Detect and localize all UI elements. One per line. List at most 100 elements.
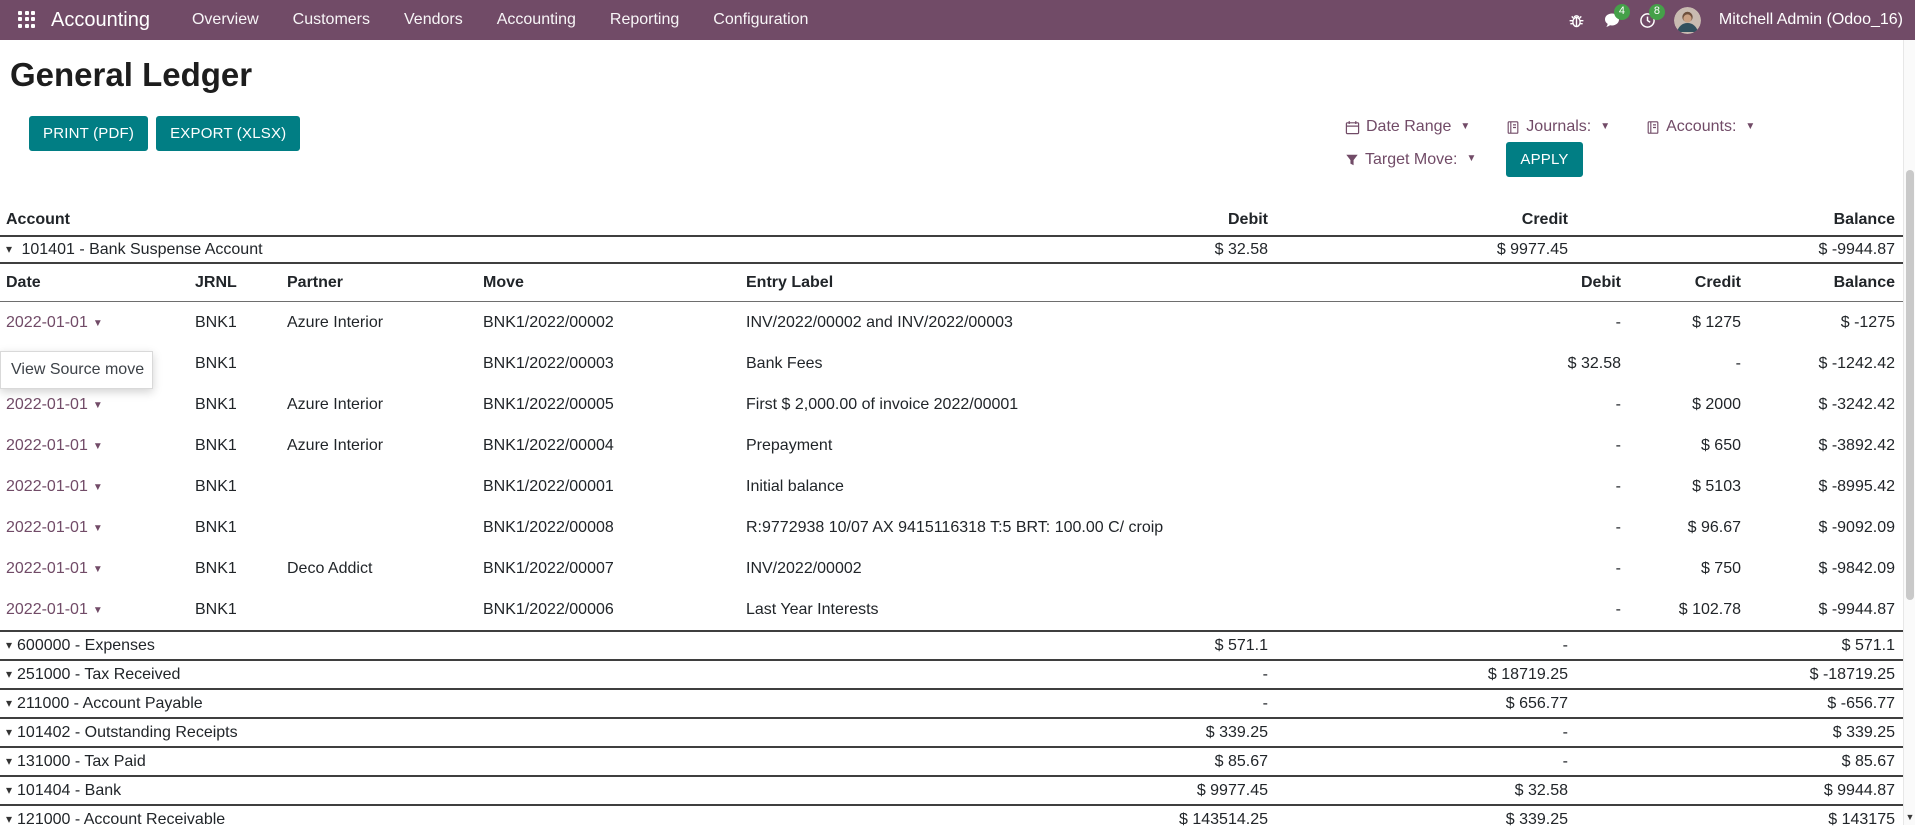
- entry-debit: -: [1536, 478, 1621, 496]
- entry-journal: BNK1: [195, 355, 287, 373]
- entry-debit: -: [1536, 314, 1621, 332]
- account-name-cell: ▾101402 - Outstanding Receipts: [0, 724, 970, 742]
- account-row[interactable]: ▾211000 - Account Payable-$ 656.77$ -656…: [0, 688, 1903, 717]
- apps-grid-icon[interactable]: [18, 11, 37, 30]
- entry-date-dropdown[interactable]: 2022-01-01▼: [6, 601, 103, 618]
- account-name-cell: ▾251000 - Tax Received: [0, 666, 970, 684]
- entry-credit: $ 2000: [1621, 396, 1741, 414]
- account-debit: $ 571.1: [970, 637, 1270, 655]
- account-row[interactable]: ▾251000 - Tax Received-$ 18719.25$ -1871…: [0, 659, 1903, 688]
- account-row[interactable]: ▾101404 - Bank$ 9977.45$ 32.58$ 9944.87: [0, 775, 1903, 804]
- entry-date-cell: 2022-01-01▼: [0, 437, 195, 455]
- menu-item-customers[interactable]: Customers: [293, 11, 370, 29]
- entry-credit: $ 96.67: [1621, 519, 1741, 537]
- scroll-down-arrow-icon[interactable]: ▼: [1904, 810, 1915, 824]
- entry-date-dropdown[interactable]: 2022-01-01▼: [6, 560, 103, 577]
- account-name: 101404 - Bank: [17, 782, 121, 799]
- account-debit: -: [970, 666, 1270, 684]
- accounts-filter[interactable]: Accounts: ▼: [1646, 118, 1755, 136]
- col-entry-balance: Balance: [1741, 274, 1903, 292]
- collapse-caret-icon: ▾: [6, 696, 12, 710]
- entry-debit: -: [1536, 560, 1621, 578]
- account-name: 101401 - Bank Suspense Account: [21, 241, 262, 258]
- entry-debit: -: [1536, 396, 1621, 414]
- apply-button[interactable]: APPLY: [1506, 142, 1582, 177]
- col-move: Move: [483, 274, 746, 292]
- account-name-cell: ▾211000 - Account Payable: [0, 695, 970, 713]
- account-row[interactable]: ▾600000 - Expenses$ 571.1-$ 571.1: [0, 630, 1903, 659]
- entry-date-dropdown[interactable]: 2022-01-01▼: [6, 437, 103, 454]
- menu-item-reporting[interactable]: Reporting: [610, 11, 679, 29]
- filters-row-2: Target Move: ▼ APPLY: [1345, 142, 1583, 177]
- entry-journal: BNK1: [195, 314, 287, 332]
- activities-badge: 8: [1649, 4, 1665, 20]
- calendar-icon: [1345, 120, 1360, 135]
- account-debit: -: [970, 695, 1270, 713]
- account-row-expanded[interactable]: ▾ 101401 - Bank Suspense Account $ 32.58…: [0, 235, 1903, 264]
- account-credit: $ 339.25: [1270, 811, 1570, 829]
- entry-date-dropdown[interactable]: 2022-01-01▼: [6, 519, 103, 536]
- chevron-down-icon: ▼: [93, 523, 103, 534]
- entry-partner: Deco Addict: [287, 560, 483, 578]
- entry-journal: BNK1: [195, 560, 287, 578]
- target-move-label: Target Move:: [1365, 151, 1457, 169]
- collapse-caret-icon: ▾: [6, 754, 12, 768]
- date-range-label: Date Range: [1366, 118, 1451, 136]
- scrollbar-thumb[interactable]: [1906, 170, 1914, 600]
- journal-entry-row: 2022-01-01▼BNK1BNK1/2022/00001Initial ba…: [0, 466, 1903, 507]
- entry-date-cell: 2022-01-01▼: [0, 601, 195, 619]
- entry-partner: Azure Interior: [287, 437, 483, 455]
- account-name-cell: ▾101404 - Bank: [0, 782, 970, 800]
- app-name[interactable]: Accounting: [51, 9, 150, 32]
- context-menu: View Source move: [0, 351, 153, 389]
- target-move-filter[interactable]: Target Move: ▼: [1345, 151, 1476, 169]
- entry-partner: Azure Interior: [287, 314, 483, 332]
- collapse-caret-icon: ▾: [6, 242, 12, 256]
- entry-label: Initial balance: [746, 478, 1536, 496]
- filters-row-1: Date Range ▼ Journals: ▼ Accounts: ▼: [1345, 118, 1755, 136]
- entry-debit: -: [1536, 601, 1621, 619]
- entry-date-dropdown[interactable]: 2022-01-01▼: [6, 478, 103, 495]
- entry-move: BNK1/2022/00002: [483, 314, 746, 332]
- user-menu[interactable]: Mitchell Admin (Odoo_16): [1719, 11, 1903, 29]
- user-avatar[interactable]: [1674, 7, 1701, 34]
- entry-balance: $ -3242.42: [1741, 396, 1903, 414]
- date-range-filter[interactable]: Date Range ▼: [1345, 118, 1470, 136]
- entry-date-dropdown[interactable]: 2022-01-01▼: [6, 314, 103, 331]
- chevron-down-icon: ▼: [93, 441, 103, 452]
- journal-entry-row: 2022-01-01▼ BNK1Azure InteriorBNK1/2022/0…: [0, 302, 1903, 343]
- journals-filter[interactable]: Journals: ▼: [1506, 118, 1610, 136]
- entry-label: INV/2022/00002: [746, 560, 1536, 578]
- account-debit: $ 9977.45: [970, 782, 1270, 800]
- entry-date-dropdown[interactable]: 2022-01-01▼: [6, 396, 103, 413]
- entry-balance: $ -1275: [1741, 314, 1903, 332]
- chevron-down-icon: ▼: [93, 482, 103, 493]
- top-navbar: Accounting Overview Customers Vendors Ac…: [0, 0, 1915, 40]
- messages-icon[interactable]: 4: [1603, 12, 1621, 29]
- account-row[interactable]: ▾121000 - Account Receivable$ 143514.25$…: [0, 804, 1903, 833]
- menu-item-vendors[interactable]: Vendors: [404, 11, 463, 29]
- account-balance: $ -656.77: [1570, 695, 1903, 713]
- context-menu-item-view-source-move[interactable]: View Source move: [1, 359, 152, 381]
- export-xlsx-button[interactable]: EXPORT (XLSX): [156, 116, 300, 151]
- bug-icon[interactable]: [1568, 12, 1585, 29]
- general-ledger-report: Account Debit Credit Balance ▾ 101401 - …: [0, 205, 1903, 833]
- account-name: 131000 - Tax Paid: [17, 753, 146, 770]
- menu-item-overview[interactable]: Overview: [192, 11, 259, 29]
- entry-credit: $ 102.78: [1621, 601, 1741, 619]
- activities-clock-icon[interactable]: 8: [1639, 12, 1656, 29]
- menu-item-accounting[interactable]: Accounting: [497, 11, 576, 29]
- entry-label: First $ 2,000.00 of invoice 2022/00001: [746, 396, 1536, 414]
- entry-credit: -: [1621, 355, 1741, 373]
- account-balance: $ 571.1: [1570, 637, 1903, 655]
- journal-entry-row: 2022-01-01▼BNK1Deco AddictBNK1/2022/0000…: [0, 548, 1903, 589]
- account-row[interactable]: ▾131000 - Tax Paid$ 85.67-$ 85.67: [0, 746, 1903, 775]
- journal-entry-row: 2022-01-01▼View Source moveBNK1BNK1/2022…: [0, 343, 1903, 384]
- entry-journal: BNK1: [195, 601, 287, 619]
- menu-item-configuration[interactable]: Configuration: [713, 11, 808, 29]
- chevron-down-icon: ▼: [1460, 121, 1470, 132]
- journal-icon: [1646, 120, 1660, 135]
- chevron-down-icon: ▼: [1745, 121, 1755, 132]
- account-row[interactable]: ▾101402 - Outstanding Receipts$ 339.25-$…: [0, 717, 1903, 746]
- print-pdf-button[interactable]: PRINT (PDF): [29, 116, 148, 151]
